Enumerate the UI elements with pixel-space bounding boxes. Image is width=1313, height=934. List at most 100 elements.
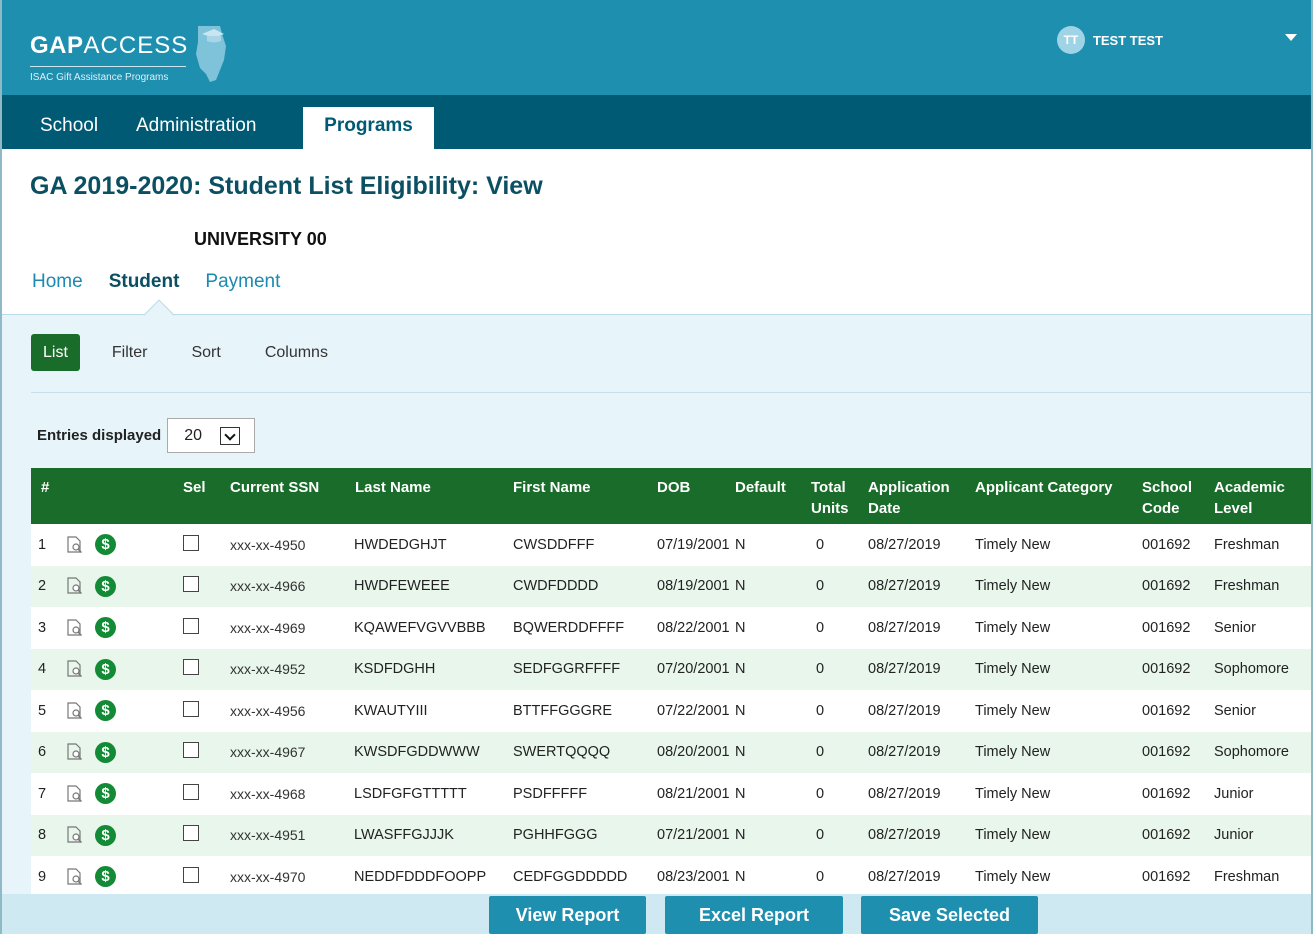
payment-dollar-icon[interactable]: $ (95, 741, 116, 763)
row-ssn: xxx-xx-4967 (230, 744, 306, 761)
payment-dollar-icon[interactable]: $ (95, 866, 116, 888)
row-actions: $ (65, 773, 125, 815)
row-first-name: BQWERDDFFFF (513, 619, 625, 636)
tab-administration[interactable]: Administration (124, 107, 268, 149)
row-ssn: xxx-xx-4968 (230, 785, 306, 802)
payment-dollar-icon[interactable]: $ (95, 658, 116, 680)
row-ssn: xxx-xx-4950 (230, 536, 306, 553)
payment-dollar-icon[interactable]: $ (95, 617, 116, 639)
row-total-units: 0 (816, 785, 825, 802)
user-menu[interactable]: TT TEST TEST (1056, 26, 1163, 54)
col-header-appdate-line2: Date (868, 500, 901, 517)
view-details-icon[interactable] (65, 742, 85, 762)
view-report-button[interactable]: View Report (489, 896, 646, 934)
row-default: N (735, 661, 746, 678)
row-select-checkbox[interactable] (183, 617, 199, 634)
row-applicant-category: Timely New (975, 785, 1051, 802)
row-application-date: 08/27/2019 (868, 702, 941, 719)
toolbar-columns-button[interactable]: Columns (253, 334, 340, 371)
table-row: 2 $ xxx-xx-4966 HWDFEWEEE CWDFDDDD 08/19/2001… (31, 565, 1311, 608)
tab-programs[interactable]: Programs (303, 107, 434, 149)
row-select-checkbox[interactable] (183, 534, 199, 551)
view-details-icon[interactable] (65, 701, 85, 721)
row-dob: 08/22/2001 (657, 619, 730, 636)
col-header-school-code[interactable]: School Code (1142, 468, 1214, 524)
row-actions: $ (65, 524, 125, 566)
col-header-dob[interactable]: DOB (643, 468, 735, 524)
row-select-checkbox[interactable] (183, 742, 199, 759)
row-spacer (125, 524, 183, 566)
col-header-first-name[interactable]: First Name (501, 468, 643, 524)
payment-dollar-icon[interactable]: $ (95, 534, 116, 556)
col-header-school-line2: Code (1142, 500, 1180, 517)
table-body: 1 $ xxx-xx-4950 HWDEDGHJT CWSDDFFF 07/19/2001… (31, 524, 1311, 894)
subnav-payment[interactable]: Payment (205, 271, 280, 293)
row-select-checkbox[interactable] (183, 659, 199, 676)
subnav-student[interactable]: Student (109, 271, 180, 293)
row-first-name: PGHHFGGG (513, 827, 598, 844)
table-row: 6 $ xxx-xx-4967 KWSDFGDDWWW SWERTQQQQ 08/20/2… (31, 731, 1311, 773)
row-select-checkbox[interactable] (183, 825, 199, 842)
chevron-down-icon[interactable] (220, 427, 241, 445)
row-first-name: CEDFGGDDDDD (513, 868, 628, 885)
row-actions: $ (65, 607, 125, 649)
save-selected-button[interactable]: Save Selected (861, 896, 1038, 934)
entries-select[interactable]: 20 (167, 418, 256, 453)
row-first-name: CWDFDDDD (513, 578, 599, 595)
chevron-down-icon[interactable] (1285, 34, 1297, 41)
excel-report-button[interactable]: Excel Report (665, 896, 843, 934)
col-header-applicant-category[interactable]: Applicant Category (975, 468, 1142, 524)
col-header-num[interactable]: # (31, 468, 65, 524)
entries-control: Entries displayed 20 (37, 418, 256, 453)
row-select-checkbox[interactable] (183, 866, 199, 883)
col-header-ssn[interactable]: Current SSN (230, 468, 345, 524)
row-number: 9 (38, 868, 47, 885)
view-details-icon[interactable] (65, 618, 85, 638)
payment-dollar-icon[interactable]: $ (95, 575, 116, 597)
view-details-icon[interactable] (65, 784, 85, 804)
row-default: N (735, 827, 746, 844)
payment-dollar-icon[interactable]: $ (95, 824, 116, 846)
toolbar-filter-button[interactable]: Filter (100, 334, 160, 371)
col-header-total-units[interactable]: Total Units (807, 468, 868, 524)
row-actions: $ (65, 856, 125, 894)
row-select-checkbox[interactable] (183, 576, 199, 593)
row-number: 6 (38, 744, 47, 761)
row-academic-level: Sophomore (1214, 744, 1289, 761)
toolbar-sort-button[interactable]: Sort (179, 334, 232, 371)
row-select-checkbox[interactable] (183, 783, 199, 800)
page-title: GA 2019-2020: Student List Eligibility: … (30, 172, 543, 200)
payment-dollar-icon[interactable]: $ (95, 783, 116, 805)
col-header-academic-level[interactable]: Academic Level (1214, 468, 1311, 524)
payment-dollar-icon[interactable]: $ (95, 700, 116, 722)
row-dob: 07/22/2001 (657, 702, 730, 719)
row-select-checkbox[interactable] (183, 700, 199, 717)
col-header-last-name[interactable]: Last Name (345, 468, 501, 524)
view-details-icon[interactable] (65, 659, 85, 679)
logo-wordmark: GAPACCESS (30, 32, 188, 60)
toolbar-list-button[interactable]: List (31, 334, 80, 371)
row-total-units: 0 (816, 661, 825, 678)
subnav-home[interactable]: Home (32, 271, 83, 293)
col-header-sel[interactable]: Sel (183, 468, 230, 524)
view-details-icon[interactable] (65, 576, 85, 596)
row-default: N (735, 619, 746, 636)
row-last-name: LSDFGFGTTTTT (354, 785, 467, 802)
row-select-cell (183, 566, 230, 608)
row-academic-level: Freshman (1214, 868, 1280, 885)
row-actions: $ (65, 815, 125, 857)
gap-access-logo[interactable]: GAPACCESS ISAC Gift Assistance Programs (28, 24, 228, 84)
view-details-icon[interactable] (65, 867, 85, 887)
illinois-map-icon (196, 26, 226, 82)
table-row: 1 $ xxx-xx-4950 HWDEDGHJT CWSDDFFF 07/19/2001… (31, 524, 1311, 566)
tab-school[interactable]: School (28, 107, 110, 149)
row-number: 1 (38, 536, 47, 553)
view-details-icon[interactable] (65, 825, 85, 845)
row-academic-level: Junior (1214, 785, 1254, 802)
col-header-application-date[interactable]: Application Date (868, 468, 975, 524)
col-header-default[interactable]: Default (735, 468, 807, 524)
row-actions: $ (65, 649, 125, 691)
view-details-icon[interactable] (65, 535, 85, 555)
row-academic-level: Freshman (1214, 536, 1280, 553)
row-number: 7 (38, 785, 47, 802)
